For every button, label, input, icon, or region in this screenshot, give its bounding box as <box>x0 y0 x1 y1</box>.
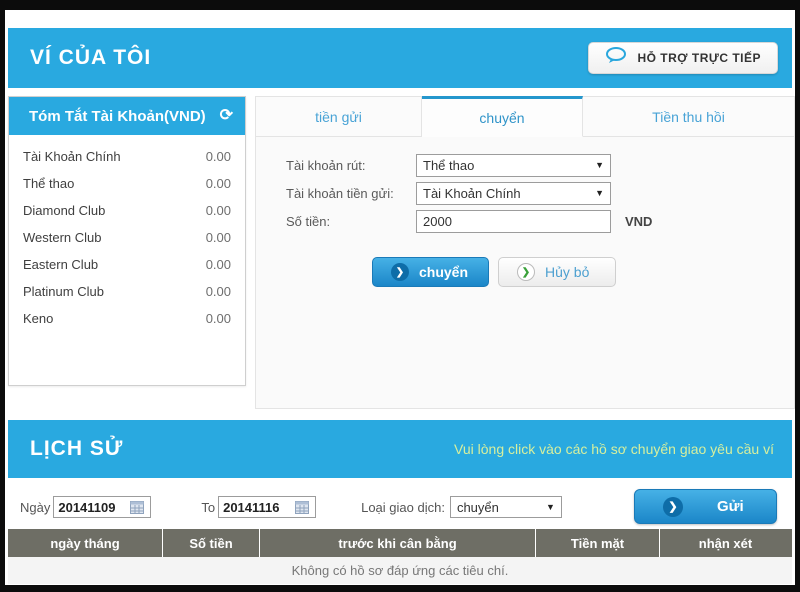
form-actions: ❯ chuyển ❯ Hủy bỏ <box>372 257 794 287</box>
history-table: ngày tháng Số tiền trước khi cân bằng Ti… <box>8 529 792 584</box>
main-content: tiền gửi chuyển Tiền thu hồi Tài khoản r… <box>255 96 795 409</box>
amount-input[interactable] <box>416 210 611 233</box>
history-filters: Ngày To Loại giao dịch: chuyển ▼ ❯ Gửi <box>8 486 792 528</box>
to-account-label: Tài khoản tiền gửi: <box>286 186 416 201</box>
history-search-button[interactable]: ❯ Gửi <box>634 489 777 524</box>
account-name: Platinum Club <box>23 284 104 299</box>
chevron-down-icon: ▼ <box>595 188 604 198</box>
amount-row: Số tiền: VND <box>286 207 794 235</box>
history-title: LỊCH SỬ <box>30 437 123 461</box>
transaction-type-value: chuyển <box>457 500 499 515</box>
account-name: Diamond Club <box>23 203 105 218</box>
to-account-select[interactable]: Tài Khoản Chính ▼ <box>416 182 611 205</box>
chevron-down-icon: ▼ <box>595 160 604 170</box>
cancel-label: Hủy bỏ <box>545 264 589 280</box>
account-row: Eastern Club 0.00 <box>23 251 231 278</box>
account-list: Tài Khoản Chính 0.00 Thể thao 0.00 Diamond… <box>9 135 245 332</box>
transaction-type-select[interactable]: chuyển ▼ <box>450 496 562 518</box>
calendar-icon[interactable] <box>295 501 309 514</box>
account-balance: 0.00 <box>206 149 231 164</box>
tab-deposit[interactable]: tiền gửi <box>255 96 422 137</box>
account-row: Keno 0.00 <box>23 305 231 332</box>
live-support-button[interactable]: HỖ TRỢ TRỰC TIẾP <box>588 42 778 74</box>
account-name: Eastern Club <box>23 257 98 272</box>
history-search-label: Gửi <box>717 498 744 515</box>
account-summary-panel: Tóm Tắt Tài Khoản(VND) ⟳ Tài Khoản Chính… <box>8 96 246 386</box>
account-balance: 0.00 <box>206 257 231 272</box>
account-balance: 0.00 <box>206 176 231 191</box>
account-name: Keno <box>23 311 53 326</box>
tab-transfer[interactable]: chuyển <box>422 96 583 137</box>
account-summary-title: Tóm Tắt Tài Khoản(VND) <box>29 108 206 125</box>
amount-label: Số tiền: <box>286 214 416 229</box>
from-account-row: Tài khoản rút: Thể thao ▼ <box>286 151 794 179</box>
account-balance: 0.00 <box>206 203 231 218</box>
tab-bar: tiền gửi chuyển Tiền thu hồi <box>255 96 795 137</box>
to-account-value: Tài Khoản Chính <box>423 186 521 201</box>
page-frame: VÍ CỦA TÔI HỖ TRỢ TRỰC TIẾP Tóm Tắt Tài … <box>5 10 795 585</box>
empty-results-message: Không có hồ sơ đáp ứng các tiêu chí. <box>8 557 792 584</box>
account-name: Thể thao <box>23 176 74 191</box>
chevron-down-icon: ▼ <box>546 502 555 512</box>
account-row: Platinum Club 0.00 <box>23 278 231 305</box>
page-title: VÍ CỦA TÔI <box>30 46 151 70</box>
account-row: Western Club 0.00 <box>23 224 231 251</box>
column-header-remark: nhận xét <box>660 529 791 557</box>
date-to-field <box>218 496 316 518</box>
arrow-right-icon: ❯ <box>663 497 683 517</box>
account-name: Tài Khoản Chính <box>23 149 121 164</box>
account-row: Tài Khoản Chính 0.00 <box>23 143 231 170</box>
wallet-header: VÍ CỦA TÔI HỖ TRỢ TRỰC TIẾP <box>8 28 792 88</box>
date-from-input[interactable] <box>54 500 130 515</box>
column-header-amount: Số tiền <box>163 529 260 557</box>
date-from-label: Ngày <box>20 500 50 515</box>
column-header-balance-before: trước khi cân bằng <box>260 529 536 557</box>
date-from-field <box>53 496 151 518</box>
date-to-input[interactable] <box>219 500 295 515</box>
account-balance: 0.00 <box>206 311 231 326</box>
account-row: Thể thao 0.00 <box>23 170 231 197</box>
live-support-label: HỖ TRỢ TRỰC TIẾP <box>637 51 761 65</box>
history-table-header: ngày tháng Số tiền trước khi cân bằng Ti… <box>8 529 792 557</box>
arrow-right-icon: ❯ <box>517 263 535 281</box>
date-to-label: To <box>201 500 215 515</box>
arrow-right-icon: ❯ <box>391 263 409 281</box>
column-header-date: ngày tháng <box>8 529 163 557</box>
transfer-submit-button[interactable]: ❯ chuyển <box>372 257 489 287</box>
refresh-icon[interactable]: ⟳ <box>220 108 233 124</box>
history-note: Vui lòng click vào các hồ sơ chuyển giao… <box>454 441 774 457</box>
account-row: Diamond Club 0.00 <box>23 197 231 224</box>
account-balance: 0.00 <box>206 230 231 245</box>
account-name: Western Club <box>23 230 102 245</box>
to-account-row: Tài khoản tiền gửi: Tài Khoản Chính ▼ <box>286 179 794 207</box>
currency-label: VND <box>625 214 652 229</box>
transaction-type-label: Loại giao dịch: <box>361 500 445 515</box>
transfer-submit-label: chuyển <box>419 264 468 280</box>
from-account-select[interactable]: Thể thao ▼ <box>416 154 611 177</box>
account-summary-header: Tóm Tắt Tài Khoản(VND) ⟳ <box>9 97 245 135</box>
cancel-button[interactable]: ❯ Hủy bỏ <box>498 257 616 287</box>
chat-bubble-icon <box>605 47 627 69</box>
transfer-panel: Tài khoản rút: Thể thao ▼ Tài khoản tiền… <box>255 136 795 409</box>
from-account-value: Thể thao <box>423 158 474 173</box>
account-balance: 0.00 <box>206 284 231 299</box>
from-account-label: Tài khoản rút: <box>286 158 416 173</box>
tab-withdraw[interactable]: Tiền thu hồi <box>583 96 795 137</box>
calendar-icon[interactable] <box>130 501 144 514</box>
history-header: LỊCH SỬ Vui lòng click vào các hồ sơ chu… <box>8 420 792 478</box>
column-header-cash: Tiền mặt <box>536 529 660 557</box>
